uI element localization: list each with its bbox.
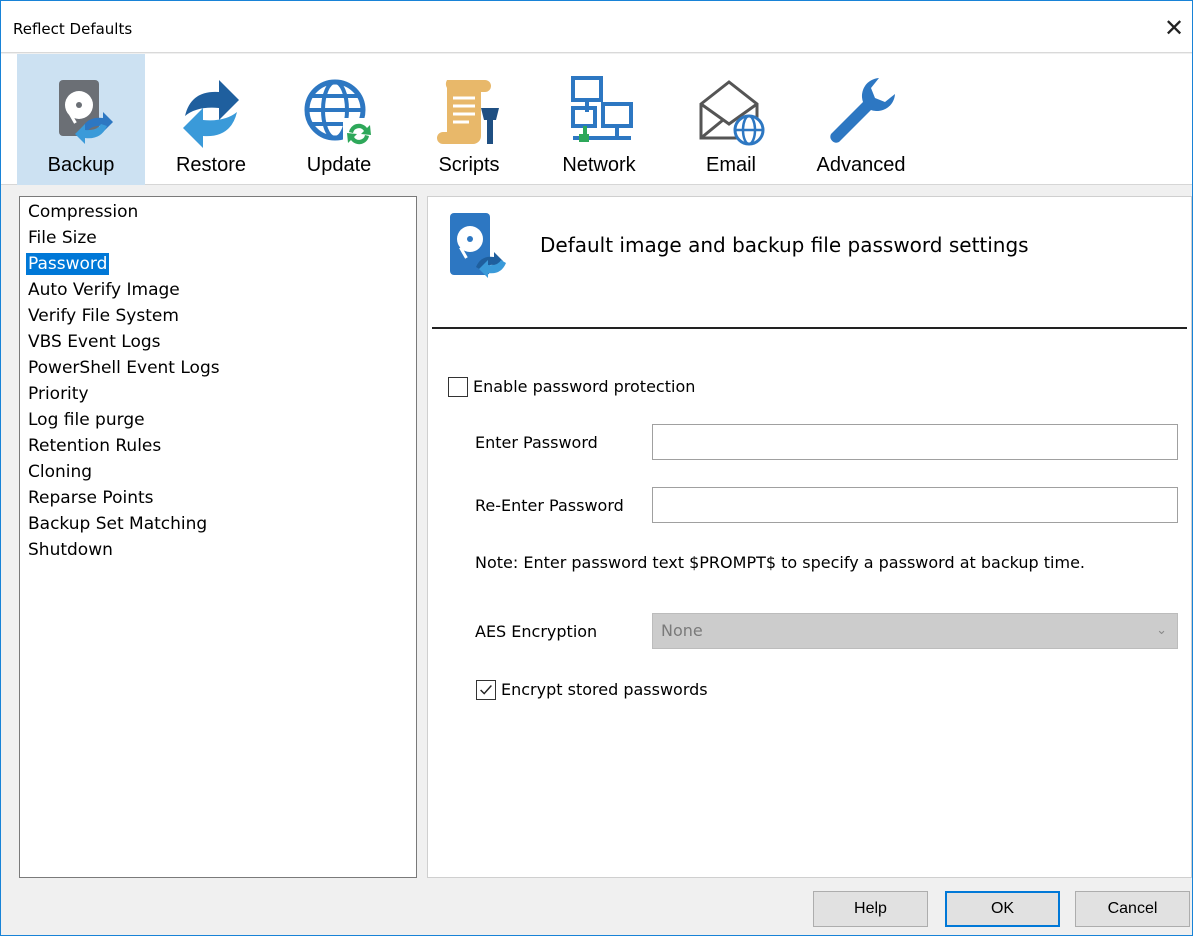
panel-heading: Default image and backup file password s…	[540, 233, 1029, 257]
tree-item-compression[interactable]: Compression	[26, 201, 140, 223]
network-icon	[571, 76, 633, 142]
divider	[432, 327, 1187, 329]
reenter-password-label: Re-Enter Password	[475, 496, 624, 515]
aes-encryption-label: AES Encryption	[475, 622, 598, 641]
aes-encryption-select[interactable]: None ⌄	[652, 613, 1178, 649]
reenter-password-field[interactable]	[652, 487, 1178, 523]
help-button[interactable]: Help	[813, 891, 928, 927]
checkbox-unchecked[interactable]	[448, 377, 468, 397]
toolbar-update[interactable]: Update	[279, 54, 399, 185]
toolbar-network[interactable]: Network	[537, 54, 661, 185]
enter-password-label: Enter Password	[475, 433, 598, 452]
chevron-down-icon: ⌄	[1156, 623, 1167, 638]
ok-button[interactable]: OK	[945, 891, 1060, 927]
toolbar-scripts[interactable]: Scripts	[409, 54, 529, 185]
tree-item-password[interactable]: Password	[26, 253, 110, 275]
close-icon[interactable]: ✕	[1162, 15, 1186, 41]
toolbar-email-label: Email	[705, 154, 756, 176]
window-title: Reflect Defaults	[13, 20, 133, 38]
category-toolbar: Backup Restore Update Scripts Network Em…	[1, 54, 1192, 185]
enable-password-label: Enable password protection	[473, 377, 696, 396]
reflect-defaults-dialog: Reflect Defaults ✕ Backup Restore Update…	[0, 0, 1193, 936]
tree-item-shutdown[interactable]: Shutdown	[26, 539, 115, 561]
title-bar: Reflect Defaults ✕	[1, 1, 1192, 53]
toolbar-restore[interactable]: Restore	[151, 54, 271, 185]
tree-item-backup-set-matching[interactable]: Backup Set Matching	[26, 513, 209, 535]
tree-item-reparse-points[interactable]: Reparse Points	[26, 487, 156, 509]
restore-icon	[183, 80, 239, 148]
checkmark-icon	[480, 685, 492, 695]
wrench-icon	[830, 78, 895, 143]
backup-icon	[59, 80, 113, 144]
tree-item-vbs-event-logs[interactable]: VBS Event Logs	[26, 331, 163, 353]
password-settings-panel: Default image and backup file password s…	[427, 196, 1192, 878]
settings-tree: Compression File Size Password Auto Veri…	[19, 196, 417, 878]
update-icon	[304, 79, 373, 148]
toolbar-restore-label: Restore	[175, 154, 247, 176]
scripts-icon	[437, 80, 499, 144]
password-note: Note: Enter password text $PROMPT$ to sp…	[475, 553, 1086, 572]
cancel-button[interactable]: Cancel	[1075, 891, 1190, 927]
tree-item-file-size[interactable]: File Size	[26, 227, 99, 249]
tree-item-auto-verify-image[interactable]: Auto Verify Image	[26, 279, 182, 301]
checkbox-checked[interactable]	[476, 680, 496, 700]
toolbar-backup-label: Backup	[47, 154, 115, 176]
backup-icon	[450, 213, 506, 278]
toolbar-backup[interactable]: Backup	[17, 54, 145, 185]
enter-password-field[interactable]	[652, 424, 1178, 460]
toolbar-email[interactable]: Email	[669, 54, 793, 185]
toolbar-advanced-label: Advanced	[816, 154, 906, 176]
tree-item-log-file-purge[interactable]: Log file purge	[26, 409, 147, 431]
toolbar-network-label: Network	[562, 154, 636, 176]
email-icon	[699, 80, 765, 146]
tree-item-priority[interactable]: Priority	[26, 383, 91, 405]
toolbar-update-label: Update	[306, 154, 372, 176]
encrypt-stored-passwords-label: Encrypt stored passwords	[501, 680, 708, 699]
tree-item-powershell-event-logs[interactable]: PowerShell Event Logs	[26, 357, 222, 379]
toolbar-advanced[interactable]: Advanced	[799, 54, 923, 185]
tree-item-verify-file-system[interactable]: Verify File System	[26, 305, 181, 327]
toolbar-scripts-label: Scripts	[438, 154, 500, 176]
aes-encryption-value: None	[661, 621, 703, 640]
tree-item-cloning[interactable]: Cloning	[26, 461, 94, 483]
tree-item-retention-rules[interactable]: Retention Rules	[26, 435, 163, 457]
